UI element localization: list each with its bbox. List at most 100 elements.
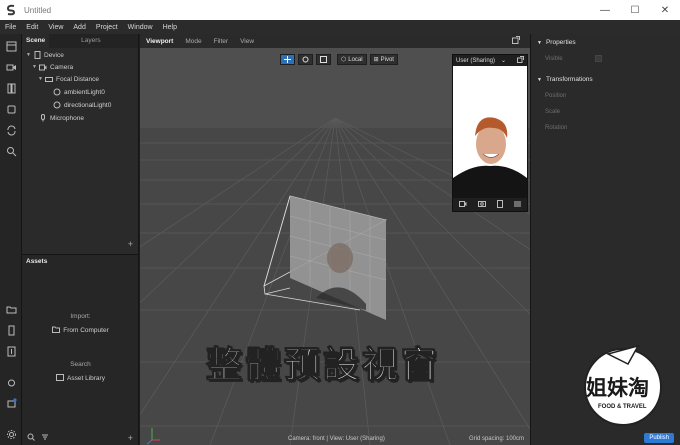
folder-icon[interactable]: [5, 303, 17, 315]
snapshot-icon[interactable]: [477, 200, 486, 209]
minimize-button[interactable]: —: [590, 0, 620, 20]
device-sync-icon[interactable]: [5, 324, 17, 336]
logo-subtext: FOOD & TRAVEL: [598, 404, 647, 410]
menu-edit[interactable]: Edit: [21, 24, 43, 31]
rotation-label: Rotation: [545, 125, 568, 131]
settings-icon[interactable]: [5, 428, 17, 440]
add-asset-button[interactable]: +: [128, 433, 133, 443]
properties-section-header[interactable]: ▼ Properties: [537, 39, 576, 46]
pivot-icon: ⊞: [373, 57, 379, 63]
tab-mode[interactable]: Mode: [179, 38, 207, 45]
external-link-icon[interactable]: [517, 56, 524, 65]
menu-icon[interactable]: [514, 201, 522, 209]
layout-icon[interactable]: [5, 40, 17, 52]
tab-view[interactable]: View: [234, 38, 260, 45]
tab-viewport[interactable]: Viewport: [140, 38, 179, 45]
menu-file[interactable]: File: [0, 24, 21, 31]
tab-filter[interactable]: Filter: [208, 38, 234, 45]
tree-label: Focal Distance: [56, 75, 99, 83]
scale-tool-button[interactable]: [316, 54, 331, 65]
camera-status-text: Camera: front | View: User (Sharing): [288, 436, 385, 442]
microphone-icon: [39, 114, 47, 122]
from-computer-button[interactable]: From Computer: [22, 326, 139, 335]
tab-layers[interactable]: Layers: [77, 34, 105, 48]
notification-icon[interactable]: [5, 397, 17, 409]
transformations-title: Transformations: [545, 76, 593, 83]
tree-item-directional-light[interactable]: directionalLight0: [46, 100, 111, 110]
search-icon[interactable]: [27, 433, 35, 443]
chevron-down-icon[interactable]: ⌄: [501, 57, 506, 64]
tree-label: Device: [44, 51, 64, 59]
move-tool-button[interactable]: [280, 54, 295, 65]
visible-label: Visible: [545, 56, 563, 62]
menu-help[interactable]: Help: [158, 24, 182, 31]
filter-icon[interactable]: [41, 433, 49, 443]
pivot-label: Pivot: [380, 56, 394, 63]
preview-title[interactable]: User (Sharing): [456, 58, 495, 64]
pivot-toggle[interactable]: ⊞ Pivot: [369, 54, 398, 65]
overlay-caption: 整體預設視窗: [205, 345, 441, 387]
logo-text: 姐妹淘: [586, 376, 649, 400]
device-icon[interactable]: [497, 199, 504, 210]
properties-title: Properties: [545, 39, 576, 46]
scene-panel: Scene Layers ▼ Device ▼ Camera ▼ Focal D…: [22, 34, 139, 254]
chevron-down-icon: ▼: [537, 76, 542, 83]
tool-rail: [0, 34, 22, 445]
light-icon: [53, 88, 61, 96]
tree-item-microphone[interactable]: Microphone: [32, 113, 84, 123]
menu-bar: File Edit View Add Project Window Help: [0, 20, 680, 34]
tree-item-device[interactable]: ▼ Device: [26, 50, 64, 60]
close-button[interactable]: ✕: [650, 0, 680, 20]
tree-item-ambient-light[interactable]: ambientLight0: [46, 87, 105, 97]
refresh-icon[interactable]: [5, 124, 17, 136]
maximize-button[interactable]: ☐: [620, 0, 650, 20]
assets-panel: Assets Import: From Computer Search Asse…: [22, 254, 139, 445]
menu-window[interactable]: Window: [123, 24, 158, 31]
tree-label: Camera: [50, 63, 74, 71]
transformations-section-header[interactable]: ▼ Transformations: [537, 76, 593, 83]
app-window: Untitled — ☐ ✕ File Edit View Add Projec…: [0, 0, 680, 445]
viewport-status-bar: Camera: front | View: User (Sharing) Gri…: [140, 434, 530, 445]
title-bar: Untitled — ☐ ✕: [0, 0, 680, 20]
tree-label: Microphone: [50, 114, 84, 122]
transform-toolbar: ⬡ Local ⊞ Pivot: [280, 54, 398, 65]
menu-add[interactable]: Add: [68, 24, 90, 31]
from-computer-label: From Computer: [63, 327, 109, 334]
grid-spacing-text: Grid spacing: 100cm: [468, 436, 524, 442]
scale-label: Scale: [545, 109, 561, 115]
add-object-button[interactable]: +: [128, 239, 133, 249]
tab-scene[interactable]: Scene: [22, 34, 50, 48]
focal-icon: [45, 75, 53, 83]
asset-library-button[interactable]: Asset Library: [22, 374, 139, 383]
light-icon: [53, 101, 61, 109]
square-icon[interactable]: [5, 103, 17, 115]
position-label: Position: [545, 93, 567, 99]
bug-icon[interactable]: [5, 376, 17, 388]
search-icon[interactable]: [5, 145, 17, 157]
menu-view[interactable]: View: [43, 24, 68, 31]
video-toggle-icon[interactable]: [458, 200, 467, 209]
publish-button[interactable]: Publish: [644, 433, 674, 443]
export-icon[interactable]: [5, 345, 17, 357]
chevron-down-icon: ▼: [537, 39, 542, 46]
video-icon[interactable]: [5, 61, 17, 73]
watermark-logo: 姐妹淘 FOOD & TRAVEL: [578, 342, 668, 432]
panels-icon[interactable]: [5, 82, 17, 94]
rotate-tool-button[interactable]: [298, 54, 313, 65]
webcam-video: [453, 66, 527, 198]
visible-checkbox[interactable]: [595, 55, 602, 62]
tree-label: directionalLight0: [64, 101, 112, 109]
local-toggle[interactable]: ⬡ Local: [337, 54, 367, 65]
tree-item-focal-distance[interactable]: ▼ Focal Distance: [38, 74, 99, 84]
camera-preview-window: User (Sharing) ⌄: [452, 54, 528, 212]
window-title: Untitled: [24, 5, 52, 15]
menu-project[interactable]: Project: [91, 24, 123, 31]
device-icon: [33, 51, 41, 59]
app-logo-icon: [4, 3, 18, 17]
folder-icon: [52, 326, 61, 335]
tree-item-camera[interactable]: ▼ Camera: [32, 62, 73, 72]
assets-title: Assets: [26, 258, 48, 265]
external-link-icon[interactable]: [506, 36, 526, 46]
local-label: Local: [348, 56, 363, 63]
viewport[interactable]: Viewport Mode Filter View ⬡ Local ⊞ Pivot …: [140, 34, 530, 445]
